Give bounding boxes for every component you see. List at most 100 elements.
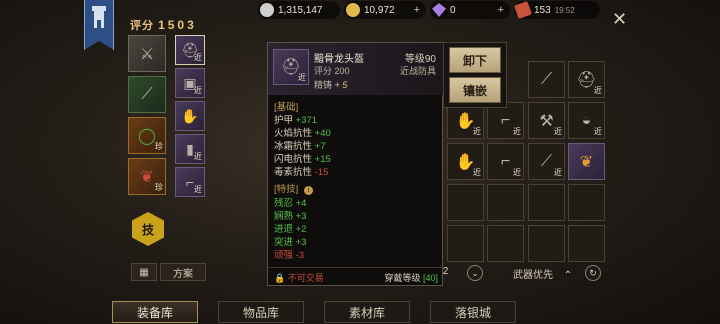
bag-slot[interactable]: ❦ <box>568 143 605 180</box>
grid-view-button[interactable]: ▦ <box>131 263 157 281</box>
slot-tag: 近 <box>513 168 521 177</box>
amulet-icon: ❦ <box>579 153 594 171</box>
gold-value: 10,972 <box>364 4 395 16</box>
slot-tag: 近 <box>594 86 602 95</box>
stat-row: 冰霜抗性 +7 <box>274 138 326 152</box>
slot-tag: 近 <box>473 127 481 136</box>
req-value: [40] <box>422 273 438 283</box>
diamond-currency[interactable]: 0 + <box>430 1 510 19</box>
bag-slot-empty[interactable] <box>528 184 565 221</box>
close-icon[interactable]: ✕ <box>612 9 627 30</box>
sort-filter[interactable]: 武器优先 ⌃ <box>513 266 572 281</box>
bag-slot-empty[interactable] <box>568 225 605 262</box>
axe-icon: ⚔ <box>139 45 155 63</box>
lock-icon: 🔒 <box>274 273 286 283</box>
ticket-currency: 153 19:52 <box>514 1 600 19</box>
equip-slot-amulet[interactable]: ❦ 珍 <box>128 158 166 195</box>
untradable-text: 不可交易 <box>287 273 324 283</box>
bag-slot-empty[interactable] <box>447 184 484 221</box>
equip-slot-boots[interactable]: ⌐ 近 <box>175 167 205 197</box>
plan-button[interactable]: 方案 <box>160 263 206 281</box>
stat-value: -15 <box>314 167 329 178</box>
gold-currency[interactable]: 10,972 + <box>344 1 426 19</box>
tab-items[interactable]: 物品库 <box>218 301 304 323</box>
bag-slot[interactable]: ⌐ 近 <box>487 143 524 180</box>
gauntlet-icon: ✋ <box>181 107 199 124</box>
page-down-button[interactable]: ⌄ <box>467 265 483 281</box>
stat-row: 闪电抗性 +15 <box>274 151 331 165</box>
wear-requirement: 穿戴等级 [40] <box>384 271 438 284</box>
skill-row: 残忍 +4 <box>274 198 307 209</box>
silver-value: 1,315,147 <box>278 4 323 16</box>
score-label: 评分 <box>130 20 154 32</box>
tooltip-item-icon: ⛑ 近 <box>273 49 309 85</box>
req-label: 穿戴等级 <box>384 273 421 283</box>
tooltip-item-tag: 近 <box>298 73 306 82</box>
equip-slot-gloves[interactable]: ✋ <box>175 101 205 131</box>
refresh-button[interactable]: ↻ <box>585 265 601 281</box>
skill-row: 进退 +2 <box>274 224 307 235</box>
skill-row: 顽强 -3 <box>274 250 305 261</box>
bag-slot[interactable]: ◒ 近 <box>568 102 605 139</box>
bag-slot-empty[interactable] <box>487 184 524 221</box>
equip-slot-offhand[interactable]: ⟋ <box>128 76 166 113</box>
tooltip-footer: 🔒 不可交易 穿戴等级 [40] <box>268 267 444 285</box>
slot-tag: 近 <box>194 53 202 62</box>
equip-slot-legs[interactable]: ▮ 近 <box>175 134 205 164</box>
tab-materials[interactable]: 素材库 <box>324 301 410 323</box>
equip-slot-weapon[interactable]: ⚔ <box>128 35 166 72</box>
tower-icon <box>92 6 106 28</box>
item-level: 等级90 <box>404 54 436 65</box>
diamond-icon <box>432 3 446 17</box>
stat-name: 毒素抗性 <box>274 167 313 178</box>
slot-tag: 近 <box>554 127 562 136</box>
item-refine: 精铸 + 5 <box>314 78 347 91</box>
slot-tag: 近 <box>594 127 602 136</box>
grid-icon: ▦ <box>139 266 149 278</box>
bag-slot[interactable]: ⚒ 近 <box>528 102 565 139</box>
add-diamond-icon[interactable]: + <box>498 4 504 16</box>
bag-slot-empty[interactable] <box>487 225 524 262</box>
info-icon[interactable]: i <box>303 186 313 195</box>
score-value: 1503 <box>158 18 197 32</box>
filter-label: 武器优先 <box>513 270 553 281</box>
equip-slot-chest[interactable]: ▣ 近 <box>175 68 205 98</box>
ticket-value: 153 <box>534 4 551 16</box>
equip-slot-helmet[interactable]: ⛑ 近 <box>175 35 205 65</box>
item-score: 评分 200 <box>314 66 350 76</box>
skill-row: 娴熟 +3 <box>274 211 307 222</box>
slot-tag: 近 <box>513 127 521 136</box>
bag-slot-empty[interactable] <box>568 184 605 221</box>
slot-tag: 近 <box>194 185 202 194</box>
stat-row: 火焰抗性 +40 <box>274 125 331 139</box>
bag-slot[interactable]: ✋ 近 <box>447 143 484 180</box>
skill-row: 突进 +3 <box>274 237 307 248</box>
slot-tag: 近 <box>194 86 202 95</box>
clock-time: 19:52 <box>554 5 575 15</box>
slot-tag: 近 <box>473 168 481 177</box>
bag-slot[interactable]: ⟋ 近 <box>528 143 565 180</box>
chevron-up-icon: ⌃ <box>563 270 573 281</box>
bag-slot-empty[interactable] <box>447 225 484 262</box>
skill-label: 技 <box>141 222 154 237</box>
tab-equipment[interactable]: 装备库 <box>112 301 198 323</box>
slot-tag: 近 <box>194 152 202 161</box>
add-gold-icon[interactable]: + <box>414 4 420 16</box>
item-type: 近战防具 <box>399 66 436 76</box>
inlay-button[interactable]: 镶嵌 <box>449 77 501 103</box>
equip-slot-ring[interactable]: ◯ 珍 <box>128 117 166 154</box>
bag-slot[interactable]: ⛑ 近 <box>568 61 605 98</box>
silver-coin-icon <box>260 3 274 17</box>
tab-luoyin-city[interactable]: 落银城 <box>430 301 516 323</box>
untradable-label: 🔒 不可交易 <box>274 271 324 284</box>
chevron-down-icon: ⌄ <box>471 267 479 278</box>
diamond-value: 0 <box>450 4 456 16</box>
bag-slot-empty[interactable] <box>528 225 565 262</box>
slot-tag: 近 <box>554 168 562 177</box>
sword-icon: ⟋ <box>540 70 553 88</box>
stat-row: 护甲 +371 <box>274 112 317 126</box>
refresh-icon: ↻ <box>589 267 597 278</box>
bag-slot[interactable]: ⟋ <box>528 61 565 98</box>
spear-icon: ⟋ <box>141 85 153 103</box>
unequip-button[interactable]: 卸下 <box>449 47 501 73</box>
